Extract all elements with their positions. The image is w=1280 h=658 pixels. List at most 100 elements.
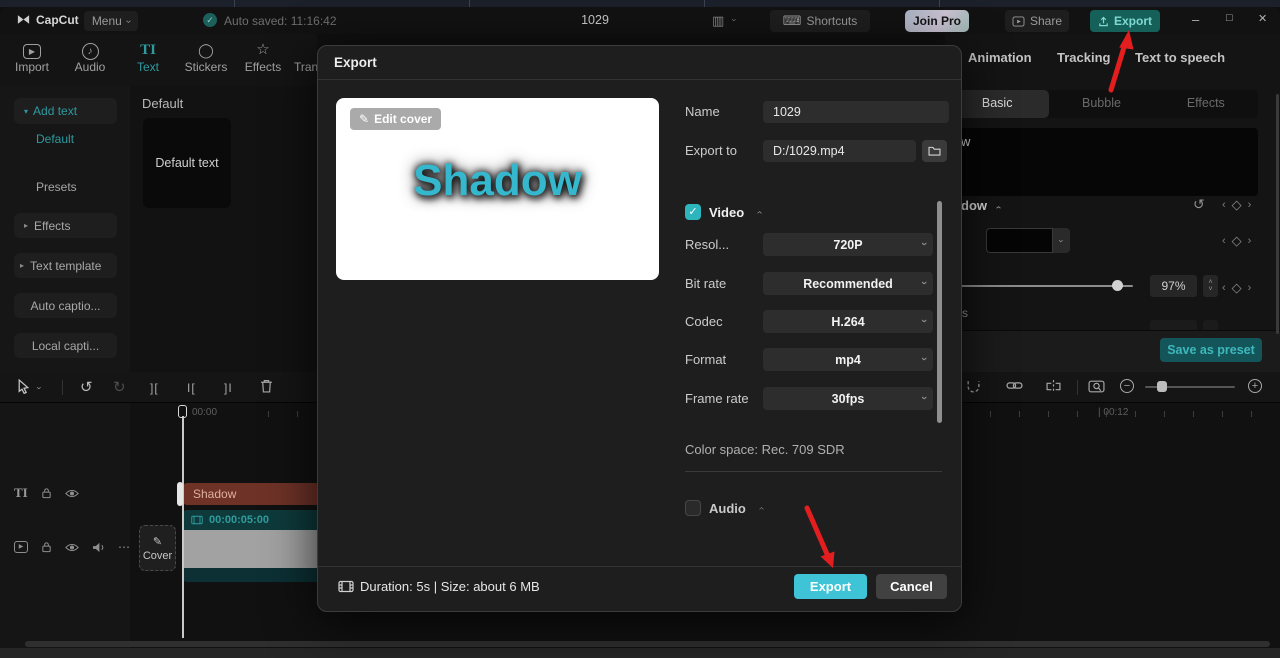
resolution-dropdown[interactable]: 720P › — [763, 233, 933, 256]
text-template-label: Text template — [30, 258, 102, 273]
add-keyframe-icon[interactable]: ◇ — [1232, 280, 1242, 296]
join-pro-button[interactable]: Join Pro — [905, 10, 969, 32]
tab-transitions-partial[interactable]: Tran — [294, 40, 318, 74]
video-checkbox[interactable]: ✓ — [685, 204, 701, 220]
name-input[interactable] — [763, 101, 949, 123]
tab-stickers[interactable]: ◯ Stickers — [177, 40, 235, 74]
select-pointer-icon[interactable] — [17, 379, 30, 394]
inspector-scrollbar[interactable] — [1276, 94, 1279, 334]
tab-text-to-speech[interactable]: Text to speech — [1135, 50, 1225, 65]
timeline-zoom-handle[interactable] — [1157, 381, 1167, 392]
next-keyframe-icon[interactable]: › — [1248, 199, 1252, 211]
subtab-effects[interactable]: Effects — [1154, 90, 1258, 118]
edit-cover-button[interactable]: ✎ Edit cover — [350, 108, 442, 130]
minimize-icon[interactable]: – — [1192, 12, 1199, 27]
shadow-color-swatch[interactable] — [986, 228, 1053, 253]
cancel-button[interactable]: Cancel — [876, 574, 947, 599]
cover-button[interactable]: ✎ Cover — [139, 525, 176, 571]
stepper-down-icon[interactable]: ˅ — [1208, 286, 1212, 293]
sidebar-item-text-template[interactable]: ▸ Text template — [14, 253, 117, 278]
close-icon[interactable]: ✕ — [1258, 12, 1267, 25]
speaker-icon[interactable] — [92, 542, 105, 553]
prev-keyframe-icon[interactable]: ‹ — [1222, 235, 1226, 247]
sidebar-item-default[interactable]: Default — [36, 128, 74, 150]
framerate-dropdown[interactable]: 30fps › — [763, 387, 933, 410]
eye-icon[interactable] — [64, 489, 79, 498]
collapse-caret-icon[interactable]: › — [754, 211, 765, 214]
browser-tab[interactable]: Alfa - Falshil Docs ✕ — [235, 0, 470, 7]
browser-tab[interactable]: 2239 - font shadow photoshop... ✕ — [470, 0, 705, 7]
next-keyframe-icon[interactable]: › — [1248, 282, 1252, 294]
opacity-value-box[interactable]: 97% — [1150, 275, 1197, 297]
maximize-icon[interactable]: □ — [1226, 12, 1233, 24]
sidebar-item-auto-captions[interactable]: Auto captio... — [14, 293, 117, 318]
shadow-section-header[interactable]: dow › — [961, 198, 1004, 213]
undo-icon[interactable]: ↺ — [80, 378, 93, 396]
default-text-card[interactable]: Default text — [143, 118, 231, 208]
trash-icon[interactable] — [260, 379, 273, 393]
save-as-preset-button[interactable]: Save as preset — [1160, 338, 1262, 362]
codec-dropdown[interactable]: H.264 › — [763, 310, 933, 333]
browse-folder-button[interactable] — [922, 140, 947, 162]
opacity-slider-track[interactable] — [945, 285, 1133, 287]
add-keyframe-icon[interactable]: ◇ — [1232, 233, 1242, 249]
browser-tab[interactable]: All writer sheets - Google Shee... ✕ — [0, 0, 235, 7]
text-content-box[interactable]: w — [945, 128, 1258, 196]
playhead-line[interactable] — [182, 416, 184, 638]
mirror-split-icon[interactable] — [1046, 380, 1061, 393]
prev-keyframe-icon[interactable]: ‹ — [1222, 282, 1226, 294]
next-keyframe-icon[interactable]: › — [1248, 235, 1252, 247]
link-icon[interactable] — [1006, 381, 1023, 390]
share-icon — [1012, 15, 1025, 27]
timeline-preview-icon[interactable] — [1088, 380, 1105, 393]
tab-effects[interactable]: ☆ Effects — [234, 40, 292, 74]
zoom-in-icon[interactable]: + — [1248, 379, 1262, 393]
tab-text-active[interactable]: TI Text — [119, 40, 177, 74]
pointer-mode-chevron-icon[interactable]: › — [35, 387, 45, 390]
export-path-input[interactable] — [763, 140, 916, 162]
sidebar-item-effects[interactable]: ▸ Effects — [14, 213, 117, 238]
split-icon[interactable]: ][ — [150, 381, 159, 395]
lock-icon[interactable] — [41, 541, 52, 553]
timeline-scrollbar[interactable] — [25, 641, 1270, 647]
dialog-scrollbar[interactable] — [937, 201, 942, 423]
stepper-up-icon[interactable]: ˄ — [1208, 279, 1212, 286]
clip-trim-handle[interactable] — [177, 482, 183, 506]
zoom-out-icon[interactable]: − — [1120, 379, 1134, 393]
shortcuts-label: Shortcuts — [806, 14, 858, 28]
tab-import[interactable]: ▶ Import — [3, 40, 61, 74]
eye-icon[interactable] — [65, 543, 79, 552]
delete-right-icon[interactable]: ]I — [224, 381, 233, 395]
new-tab-button[interactable]: + — [940, 0, 980, 7]
opacity-stepper[interactable]: ˄ ˅ — [1203, 275, 1218, 297]
tab-animation[interactable]: Animation — [968, 50, 1032, 65]
menu-button[interactable]: Menu › — [84, 11, 138, 31]
layout-chevron-icon[interactable]: › — [730, 19, 740, 22]
collapse-caret-icon[interactable]: › — [756, 507, 767, 510]
redo-icon[interactable]: ↻ — [113, 378, 126, 396]
add-keyframe-icon[interactable]: ◇ — [1232, 197, 1242, 213]
browser-tab[interactable]: 2237 - how to make font trans... ✕ — [705, 0, 940, 7]
bitrate-label: Bit rate — [685, 276, 727, 291]
sidebar-item-local-captions[interactable]: Local capti... — [14, 333, 117, 358]
audio-checkbox[interactable] — [685, 500, 701, 516]
sidebar-item-presets[interactable]: Presets — [36, 180, 77, 194]
shortcuts-button[interactable]: ⌨ Shortcuts — [770, 10, 870, 32]
layout-icon[interactable]: ▥ — [712, 13, 724, 29]
reset-icon[interactable]: ↺ — [1193, 196, 1205, 213]
lock-icon[interactable] — [41, 487, 52, 499]
more-icon[interactable]: ⋯ — [118, 540, 130, 554]
video-track-controls: ▶ ⋯ — [14, 540, 130, 554]
format-dropdown[interactable]: mp4 › — [763, 348, 933, 371]
color-dropdown-button[interactable]: › — [1053, 228, 1070, 253]
tab-audio[interactable]: ♪ Audio — [61, 40, 119, 74]
export-info-text: Duration: 5s | Size: about 6 MB — [360, 579, 540, 594]
sidebar-item-add-text[interactable]: ▾ Add text — [14, 98, 117, 124]
delete-left-icon[interactable]: I[ — [187, 381, 196, 395]
magnet-icon[interactable] — [966, 380, 981, 393]
opacity-slider-handle[interactable] — [1112, 280, 1123, 291]
share-button[interactable]: Share — [1005, 10, 1069, 32]
bitrate-dropdown[interactable]: Recommended › — [763, 272, 933, 295]
chevron-down-icon: › — [1056, 239, 1067, 242]
prev-keyframe-icon[interactable]: ‹ — [1222, 199, 1226, 211]
